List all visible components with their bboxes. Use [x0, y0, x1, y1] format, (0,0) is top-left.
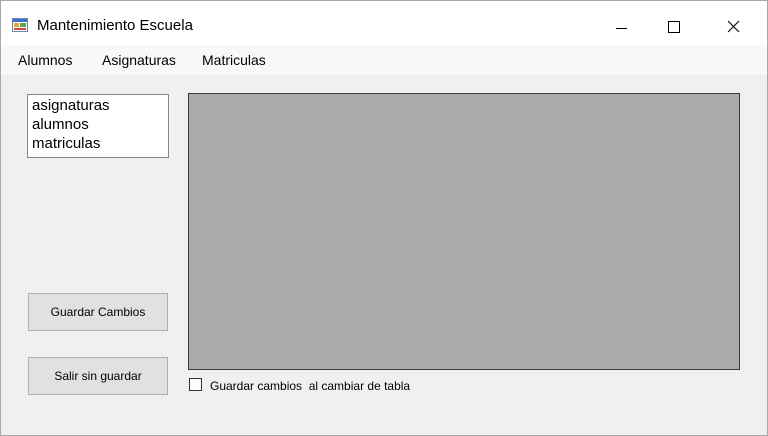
save-changes-button[interactable]: Guardar Cambios	[28, 293, 168, 331]
menu-item-matriculas[interactable]: Matriculas	[202, 52, 266, 68]
maximize-button[interactable]	[651, 1, 697, 45]
table-listbox[interactable]: asignaturas alumnos matriculas	[27, 94, 169, 158]
title-bar[interactable]: Mantenimiento Escuela	[1, 1, 767, 45]
exit-without-saving-button[interactable]: Salir sin guardar	[28, 357, 168, 395]
list-item-alumnos[interactable]: alumnos	[32, 116, 89, 133]
list-item-matriculas[interactable]: matriculas	[32, 135, 100, 152]
minimize-button[interactable]	[598, 1, 644, 45]
save-on-switch-label[interactable]: Guardar cambios al cambiar de tabla	[210, 379, 410, 393]
app-icon	[12, 17, 28, 33]
save-on-switch-checkbox[interactable]	[189, 378, 202, 391]
menu-item-asignaturas[interactable]: Asignaturas	[102, 52, 176, 68]
minimize-icon	[616, 28, 627, 29]
main-window: Mantenimiento Escuela Alumnos Asignatura…	[0, 0, 768, 436]
menu-bar: Alumnos Asignaturas Matriculas	[1, 45, 767, 75]
data-grid[interactable]	[188, 93, 740, 370]
close-icon	[727, 20, 740, 33]
list-item-asignaturas[interactable]: asignaturas	[32, 97, 110, 114]
menu-item-alumnos[interactable]: Alumnos	[18, 52, 72, 68]
maximize-icon	[668, 21, 680, 33]
window-title: Mantenimiento Escuela	[37, 17, 193, 34]
close-button[interactable]	[713, 1, 759, 45]
